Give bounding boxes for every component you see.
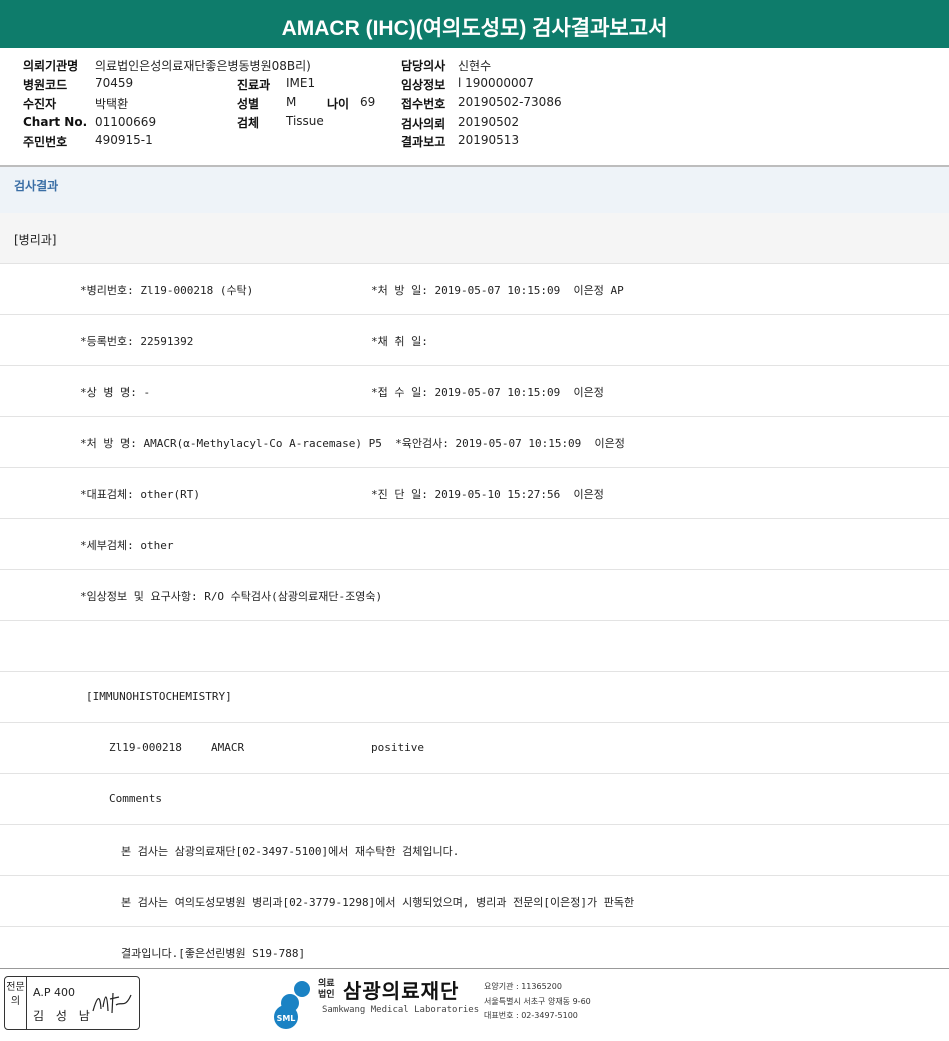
report-row: *병리번호: Zl19-000218 (수탁) *처 방 일: 2019-05-… bbox=[0, 264, 949, 315]
department-tag: [병리과] bbox=[14, 233, 57, 247]
report-row: *상 병 명: - *접 수 일: 2019-05-07 10:15:09 이은… bbox=[0, 366, 949, 417]
comments-label: Comments bbox=[109, 792, 162, 805]
report-row: *등록번호: 22591392 *채 취 일: bbox=[0, 315, 949, 366]
stamp-name: 김 성 남 bbox=[33, 1009, 94, 1023]
value-resident-number: 490915-1 bbox=[95, 133, 153, 147]
ihc-marker: AMACR bbox=[211, 741, 245, 754]
label-age: 나이 bbox=[327, 97, 350, 111]
ihc-result: positive bbox=[371, 741, 424, 754]
org-english-name: Samkwang Medical Laboratories bbox=[322, 1005, 480, 1015]
value-test-request: 20190502 bbox=[458, 115, 520, 129]
label-clinical-info: 임상정보 bbox=[401, 78, 446, 92]
report-row: Comments bbox=[0, 774, 949, 825]
label-chart-no: Chart No. bbox=[23, 115, 88, 129]
report-footer: 전문의 A.P 400 김 성 남 SML 의료 법인 삼광의료재단 Samkw… bbox=[0, 968, 949, 1041]
comment-line-1: 본 검사는 삼광의료재단[02-3497-5100]에서 재수탁한 검체입니다. bbox=[121, 845, 460, 858]
report-row: *대표검체: other(RT) *진 단 일: 2019-05-10 15:2… bbox=[0, 468, 949, 519]
report-row: 본 검사는 여의도성모병원 병리과[02-3779-1298]에서 시행되었으며… bbox=[0, 876, 949, 927]
report-row: *처 방 명: AMACR(α-Methylacyl-Co A-racemase… bbox=[0, 417, 949, 468]
logo-text: SML bbox=[277, 1014, 296, 1023]
signature-icon bbox=[92, 992, 132, 1014]
sml-logo-icon: SML bbox=[274, 981, 310, 1029]
value-hospital-code: 70459 bbox=[95, 76, 134, 90]
ihc-case-number: Zl19-000218 bbox=[109, 741, 182, 754]
value-age: 69 bbox=[360, 95, 376, 109]
label-resident-number: 주민번호 bbox=[23, 135, 68, 149]
clinical-request: *임상정보 및 요구사항: R/O 수탁검사(삼광의료재단-조영숙) bbox=[80, 590, 383, 603]
report-row: *세부검체: other bbox=[0, 519, 949, 570]
value-patient: 박택환 bbox=[95, 97, 129, 111]
specialist-stamp: 전문의 A.P 400 김 성 남 bbox=[4, 976, 140, 1030]
org-name: 삼광의료재단 bbox=[343, 979, 460, 1003]
label-sex: 성별 bbox=[237, 97, 260, 111]
institution-code: 요양기관 : 11365200 bbox=[484, 982, 562, 991]
registration-number: *등록번호: 22591392 bbox=[80, 335, 194, 348]
label-result-report: 결과보고 bbox=[401, 135, 446, 149]
representative-specimen: *대표검체: other(RT) bbox=[80, 488, 200, 501]
value-clinical-info: l 190000007 bbox=[458, 76, 534, 90]
report-body: [병리과] *병리번호: Zl19-000218 (수탁) *처 방 일: 20… bbox=[0, 213, 949, 977]
pathology-number: *병리번호: Zl19-000218 (수탁) bbox=[80, 284, 254, 297]
ihc-heading: [IMMUNOHISTOCHEMISTRY] bbox=[86, 690, 232, 703]
report-row: [병리과] bbox=[0, 213, 949, 264]
patient-info-header: 의뢰기관명 의료법인은성의료재단좋은병동병원08B리) 병원코드 70459 수… bbox=[0, 48, 949, 167]
org-address: 서울특별시 서초구 양재동 9-60 bbox=[484, 997, 591, 1006]
label-receipt-number: 접수번호 bbox=[401, 97, 446, 111]
value-physician: 신현수 bbox=[458, 59, 492, 73]
label-patient: 수진자 bbox=[23, 97, 57, 111]
section-title: 검사결과 bbox=[14, 179, 59, 193]
label-physician: 담당의사 bbox=[401, 59, 446, 73]
diagnosis-date: *진 단 일: 2019-05-10 15:27:56 이은정 bbox=[371, 488, 604, 501]
org-phone: 대표번호 : 02-3497-5100 bbox=[484, 1011, 578, 1020]
comment-line-2: 본 검사는 여의도성모병원 병리과[02-3779-1298]에서 시행되었으며… bbox=[121, 896, 635, 909]
collection-date: *채 취 일: bbox=[371, 335, 428, 348]
org-prefix: 의료 법인 bbox=[318, 979, 335, 1000]
value-department: IME1 bbox=[286, 76, 316, 90]
label-department: 진료과 bbox=[237, 78, 271, 92]
diagnosis-name: *상 병 명: - bbox=[80, 386, 151, 399]
order-name: *처 방 명: AMACR(α-Methylacyl-Co A-racemase… bbox=[80, 437, 625, 450]
order-date: *처 방 일: 2019-05-07 10:15:09 이은정 AP bbox=[371, 284, 624, 297]
label-test-request: 검사의뢰 bbox=[401, 117, 446, 131]
report-row: [IMMUNOHISTOCHEMISTRY] bbox=[0, 672, 949, 723]
detailed-specimen: *세부검체: other bbox=[80, 539, 174, 552]
stamp-ap-number: A.P 400 bbox=[33, 986, 75, 999]
label-requesting-institution: 의뢰기관명 bbox=[23, 59, 79, 73]
value-receipt-number: 20190502-73086 bbox=[458, 95, 562, 109]
report-row: *임상정보 및 요구사항: R/O 수탁검사(삼광의료재단-조영숙) bbox=[0, 570, 949, 621]
report-row bbox=[0, 621, 949, 672]
value-requesting-institution: 의료법인은성의료재단좋은병동병원08B리) bbox=[95, 59, 311, 73]
report-title: AMACR (IHC)(여의도성모) 검사결과보고서 bbox=[0, 0, 949, 48]
label-hospital-code: 병원코드 bbox=[23, 78, 68, 92]
report-row: 본 검사는 삼광의료재단[02-3497-5100]에서 재수탁한 검체입니다. bbox=[0, 825, 949, 876]
value-chart-no: 01100669 bbox=[95, 115, 157, 129]
comment-line-3: 결과입니다.[좋은선린병원 S19-788] bbox=[121, 947, 306, 960]
value-sex: M bbox=[286, 95, 297, 109]
test-results-section-header: 검사결과 bbox=[0, 167, 949, 214]
report-row: Zl19-000218 AMACR positive bbox=[0, 723, 949, 774]
value-specimen: Tissue bbox=[286, 114, 324, 128]
receipt-date: *접 수 일: 2019-05-07 10:15:09 이은정 bbox=[371, 386, 604, 399]
label-specimen: 검체 bbox=[237, 116, 260, 130]
stamp-label: 전문의 bbox=[5, 977, 27, 1029]
value-result-report: 20190513 bbox=[458, 133, 520, 147]
